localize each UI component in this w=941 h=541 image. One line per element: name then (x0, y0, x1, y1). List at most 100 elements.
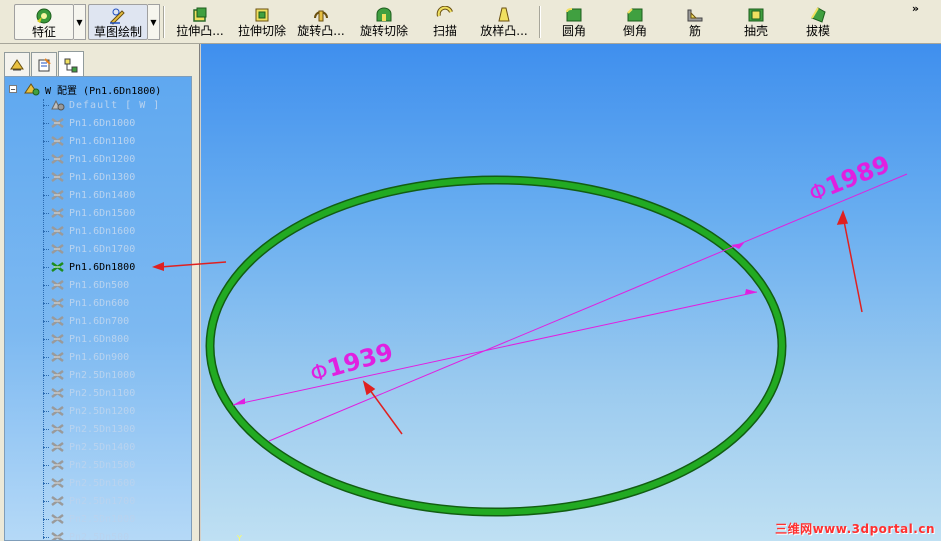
shell-button[interactable]: 抽壳 (738, 4, 774, 40)
tree-item-label: Pn1.6Dn1500 (69, 207, 136, 219)
features-dropdown-arrow[interactable]: ▼ (74, 4, 86, 40)
sketch-label: 草图绘制 (93, 25, 142, 39)
tree-item-config[interactable]: Pn1.6Dn600 (43, 294, 129, 312)
tree-root-label: W 配置 (Pn1.6Dn1800) (45, 85, 162, 97)
configuration-icon (51, 531, 64, 540)
tree-item-config[interactable]: Pn1.6Dn1300 (43, 168, 135, 186)
tree-item-config[interactable]: Pn1.6Dn1100 (43, 132, 135, 150)
tree-item-config[interactable]: Pn1.6Dn1600 (43, 222, 135, 240)
extrude-cut-button[interactable]: 拉伸切除 (234, 4, 290, 40)
toolbar-overflow-button[interactable]: » (912, 2, 919, 15)
tree-item-label: Pn2.5Dn1700 (69, 495, 136, 507)
extrude-cut-label: 拉伸切除 (237, 24, 286, 38)
tree-connector (43, 122, 49, 124)
tree-item-config[interactable]: Pn1.6Dn1400 (43, 186, 135, 204)
tree-item-config[interactable]: Pn2.5Dn1200 (43, 402, 135, 420)
rib-button[interactable]: 筋 (680, 4, 710, 40)
tab-feature-manager[interactable] (4, 52, 30, 76)
draft-label: 拔模 (805, 24, 830, 38)
feature-tree-icon (10, 58, 24, 70)
tree-item-config[interactable]: Pn1.6Dn1000 (43, 114, 135, 132)
tree-item-config[interactable]: Pn2.5Dn1700 (43, 492, 135, 510)
tree-item-config[interactable]: Pn1.6Dn1700 (43, 240, 135, 258)
sketch-tab-button[interactable]: 草图绘制 (88, 4, 148, 40)
tree-item-label: Pn1.6Dn900 (69, 351, 130, 363)
tree-item-config[interactable]: Pn1.6Dn800 (43, 330, 129, 348)
fillet-button[interactable]: 圆角 (556, 4, 592, 40)
tree-item-active-config[interactable]: Pn1.6Dn1800 (43, 258, 135, 276)
tree-item-label: Pn1.6Dn1200 (69, 153, 136, 165)
tree-connector (43, 302, 49, 304)
tab-property-manager[interactable] (31, 52, 57, 76)
tree-item-config[interactable]: Pn2.5Dn1500 (43, 456, 135, 474)
tree-connector (43, 320, 49, 322)
tab-configuration-manager[interactable] (58, 51, 84, 77)
revolve-boss-label: 旋转凸... (297, 24, 345, 38)
tree-connector (43, 446, 49, 448)
tree-root[interactable]: − W 配置 (Pn1.6Dn1800) (9, 81, 161, 97)
tree-item-config[interactable]: Pn1.6Dn1200 (43, 150, 135, 168)
tree-item-label: Pn1.6Dn500 (69, 279, 130, 291)
features-tab-button[interactable]: 特征 (14, 4, 74, 40)
tree-connector (43, 140, 49, 142)
revolve-cut-button[interactable]: 旋转切除 (356, 4, 412, 40)
graphics-viewport[interactable]: Φ 1989 Φ 1939 Y 三维网www.3dportal.cn (201, 44, 941, 541)
extrude-boss-icon (193, 7, 207, 22)
loft-boss-button[interactable]: 放样凸... (476, 4, 532, 40)
tree-item-label: Pn1.6Dn700 (69, 315, 130, 327)
configuration-icon (51, 477, 64, 489)
revolve-boss-button[interactable]: 旋转凸... (293, 4, 349, 40)
configuration-tree: − W 配置 (Pn1.6Dn1800) Default [ W ] Pn1.6D… (4, 76, 192, 541)
configuration-icon (51, 117, 64, 129)
tree-connector (43, 482, 49, 484)
tree-item-label: Pn2.5Dn1400 (69, 441, 136, 453)
collapse-toggle-icon[interactable]: − (9, 85, 17, 94)
tree-item-label: Pn1.6Dn800 (69, 333, 130, 345)
rib-label: 筋 (688, 24, 701, 38)
chamfer-label: 倒角 (622, 24, 647, 38)
tree-item-config[interactable]: Pn2.5Dn1400 (43, 438, 135, 456)
tree-item-label: Pn1.6Dn1700 (69, 243, 136, 255)
configuration-icon (51, 225, 64, 237)
configuration-icon (51, 351, 64, 363)
tree-connector (43, 464, 49, 466)
tree-item-label: Pn2.5Dn1100 (69, 387, 136, 399)
dimension-line-inner[interactable] (232, 291, 758, 406)
chamfer-button[interactable]: 倒角 (617, 4, 653, 40)
sweep-label: 扫描 (432, 24, 457, 38)
rib-icon (687, 9, 703, 22)
sweep-button[interactable]: 扫描 (425, 4, 465, 40)
tree-item-config[interactable]: Pn1.6Dn900 (43, 348, 129, 366)
configuration-icon (51, 279, 64, 291)
tree-item-config[interactable]: Pn2.5Dn1800 (43, 510, 135, 528)
tree-item-config[interactable]: Pn1.6Dn500 (43, 276, 129, 294)
configuration-icon (51, 459, 64, 471)
tree-item-config[interactable]: Pn2.5Dn1100 (43, 384, 135, 402)
tree-item-config[interactable]: Pn1.6Dn700 (43, 312, 129, 330)
tree-item-config[interactable]: Pn2.5Dn500 (43, 528, 130, 541)
tree-connector (43, 104, 49, 106)
tree-item-label: Pn2.5Dn1000 (69, 369, 136, 381)
dimension-inner-group[interactable]: Φ 1939 (307, 337, 396, 387)
dimension-line-outer[interactable] (268, 173, 908, 442)
shell-icon (748, 8, 764, 22)
shell-label: 抽壳 (743, 24, 768, 38)
dimension-outer-group[interactable]: Φ 1989 (805, 150, 894, 208)
tree-item-label: Pn1.6Dn1400 (69, 189, 136, 201)
default-configuration-icon (51, 99, 65, 111)
tree-item-config[interactable]: Pn2.5Dn1300 (43, 420, 135, 438)
tree-item-label: Pn2.5Dn500 (69, 531, 130, 541)
sketch-dropdown-arrow[interactable]: ▼ (148, 4, 160, 40)
extrude-boss-button[interactable]: 拉伸凸... (170, 4, 230, 40)
sweep-icon (436, 6, 453, 17)
draft-button[interactable]: 拔模 (800, 4, 836, 40)
tree-item-config[interactable]: Pn2.5Dn1000 (43, 366, 135, 384)
tree-item-default[interactable]: Default [ W ] (43, 96, 160, 114)
tree-connector (43, 212, 49, 214)
tree-item-config[interactable]: Pn2.5Dn1600 (43, 474, 135, 492)
tree-connector (43, 230, 49, 232)
extrude-boss-label: 拉伸凸... (176, 24, 224, 38)
sketch-icon (110, 8, 125, 25)
configuration-icon (51, 405, 64, 417)
tree-item-config[interactable]: Pn1.6Dn1500 (43, 204, 135, 222)
